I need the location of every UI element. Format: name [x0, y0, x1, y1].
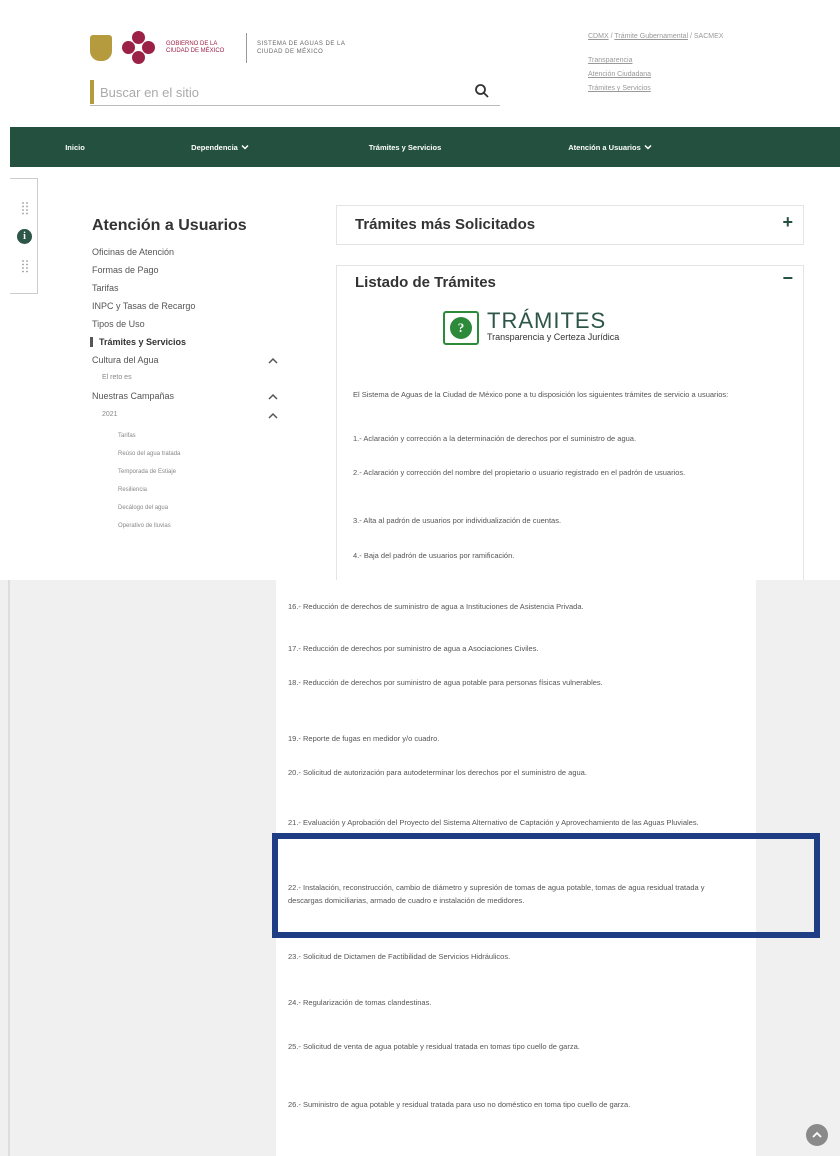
nav-item-dependencia[interactable]: Dependencia — [140, 143, 300, 152]
highlight-box — [272, 833, 820, 938]
grid-icon[interactable] — [21, 259, 29, 273]
info-icon[interactable]: i — [17, 229, 32, 244]
scroll-top-button[interactable] — [806, 1124, 828, 1146]
sidebar-item-formas-pago[interactable]: Formas de Pago — [92, 265, 292, 275]
sidebar-item-tramites[interactable]: Trámites y Servicios — [90, 337, 290, 347]
search-input[interactable] — [100, 82, 460, 102]
sidebar-subitem-estiaje[interactable]: Temporada de Estiaje — [118, 469, 176, 475]
util-link-sacmex[interactable]: SACMEX — [694, 33, 724, 40]
sidebar-subitem-2021[interactable]: 2021 — [102, 411, 118, 418]
sidebar-item-tipos-uso[interactable]: Tipos de Uso — [92, 319, 292, 329]
tramite-item[interactable]: 3.- Alta al padrón de usuarios por indiv… — [353, 514, 793, 527]
nav-label: Trámites y Servicios — [368, 142, 442, 152]
sidebar-subitem-operativo[interactable]: Operativo de lluvias — [118, 523, 171, 529]
chevron-down-icon — [241, 144, 249, 150]
grid-icon[interactable] — [21, 201, 29, 215]
tramite-item[interactable]: 21.- Evaluación y Aprobación del Proyect… — [288, 816, 738, 829]
nav-label: Atención a Usuarios — [568, 142, 641, 152]
sidebar-title: Atención a Usuarios — [92, 217, 247, 234]
top-section: Gobierno de la Ciudad de México Sistema … — [0, 0, 840, 580]
util-link-transparencia[interactable]: Transparencia — [588, 54, 828, 68]
sidebar-subitem-tarifas[interactable]: Tarifas — [118, 433, 136, 439]
card-mas-solicitados[interactable]: Trámites más Solicitados + — [336, 205, 804, 245]
nav-label: Dependencia — [191, 142, 238, 152]
accessibility-toolbar: i — [10, 178, 38, 294]
plus-icon[interactable]: + — [782, 212, 793, 233]
sidebar-item-campanas[interactable]: Nuestras Campañas — [92, 391, 292, 401]
logo-gov-text: Gobierno de la Ciudad de México — [166, 41, 225, 54]
sidebar-subitem-reto[interactable]: El reto es — [102, 374, 132, 381]
logo-divider — [246, 33, 247, 63]
tramite-item[interactable]: 1.- Aclaración y corrección a la determi… — [353, 432, 793, 445]
page: Gobierno de la Ciudad de México Sistema … — [0, 0, 840, 1156]
logo-system-text: Sistema de Aguas de la Ciudad de México — [257, 41, 346, 55]
shield-logo-icon — [90, 35, 112, 61]
tramite-item[interactable]: 2.- Aclaración y corrección del nombre d… — [353, 466, 793, 479]
search-icon[interactable] — [474, 83, 490, 99]
tramite-item[interactable]: 25.- Solicitud de venta de agua potable … — [288, 1040, 738, 1053]
tramite-item[interactable]: 20.- Solicitud de autorización para auto… — [288, 766, 738, 779]
chevron-down-icon — [644, 144, 652, 150]
sidebar-item-tarifas[interactable]: Tarifas — [92, 283, 292, 293]
tramites-logo-word: TRÁMITES — [487, 308, 607, 333]
tramite-item[interactable]: 16.- Reducción de derechos de suministro… — [288, 600, 738, 613]
page-edge — [8, 580, 10, 1156]
caret-up-icon[interactable] — [268, 412, 278, 420]
header-logos[interactable]: Gobierno de la Ciudad de México Sistema … — [90, 30, 367, 66]
nav-item-inicio[interactable]: Inicio — [10, 143, 140, 152]
utility-links: CDMX / Trámite Gubernamental / SACMEX Tr… — [588, 30, 828, 96]
nav-item-atencion[interactable]: Atención a Usuarios — [510, 143, 710, 152]
sidebar-subitem-resiliencia[interactable]: Resiliencia — [118, 487, 147, 493]
tramite-item[interactable]: 19.- Reporte de fugas en medidor y/o cua… — [288, 732, 738, 745]
caret-up-icon[interactable] — [268, 357, 278, 365]
sidebar: Atención a Usuarios Oficinas de Atención… — [82, 205, 312, 580]
sidebar-item-oficinas[interactable]: Oficinas de Atención — [92, 247, 292, 257]
tramite-item[interactable]: 17.- Reducción de derechos por suministr… — [288, 642, 738, 655]
cdmx-logo-icon — [122, 31, 156, 65]
card-title: Trámites más Solicitados — [355, 216, 536, 233]
tramite-item[interactable]: 4.- Baja del padrón de usuarios por rami… — [353, 549, 793, 562]
tramite-item[interactable]: 24.- Regularización de tomas clandestina… — [288, 996, 738, 1009]
util-link-tramite[interactable]: Trámite Gubernamental — [614, 33, 688, 40]
tramites-intro: El Sistema de Aguas de la Ciudad de Méxi… — [353, 390, 729, 399]
main-nav: Inicio Dependencia Trámites y Servicios … — [10, 127, 840, 167]
tramite-item[interactable]: 23.- Solicitud de Dictamen de Factibilid… — [288, 950, 738, 963]
tramites-logo-icon: ? — [443, 311, 479, 345]
main-column: Trámites más Solicitados + Listado de Tr… — [336, 205, 804, 580]
search-accent — [90, 80, 94, 104]
tramites-logo-mark: ? — [450, 317, 472, 339]
arrow-up-icon — [812, 1131, 822, 1138]
nav-label: Inicio — [65, 142, 85, 152]
card-title: Listado de Trámites — [355, 274, 496, 291]
util-link-tramites[interactable]: Trámites y Servicios — [588, 82, 828, 96]
search-box — [90, 80, 500, 106]
sidebar-subitem-reuso[interactable]: Reúso del agua tratada — [118, 451, 180, 457]
caret-up-icon[interactable] — [268, 393, 278, 401]
util-link-atencion[interactable]: Atención Ciudadana — [588, 68, 828, 82]
utility-breadcrumb: CDMX / Trámite Gubernamental / SACMEX — [588, 30, 828, 44]
tramite-item[interactable]: 26.- Suministro de agua potable y residu… — [288, 1098, 738, 1111]
sidebar-subitem-decalogo[interactable]: Decálogo del agua — [118, 505, 168, 511]
sidebar-item-cultura[interactable]: Cultura del Agua — [92, 355, 292, 365]
card-listado: Listado de Trámites − ? TRÁMITES Transpa… — [336, 265, 804, 580]
util-link-cdmx[interactable]: CDMX — [588, 33, 609, 40]
sidebar-item-inpc[interactable]: INPC y Tasas de Recargo — [92, 301, 292, 311]
tramite-item[interactable]: 18.- Reducción de derechos por suministr… — [288, 676, 738, 689]
minus-icon[interactable]: − — [782, 268, 793, 289]
nav-item-tramites[interactable]: Trámites y Servicios — [300, 143, 510, 152]
tramites-logo-subtitle: Transparencia y Certeza Jurídica — [487, 332, 620, 342]
